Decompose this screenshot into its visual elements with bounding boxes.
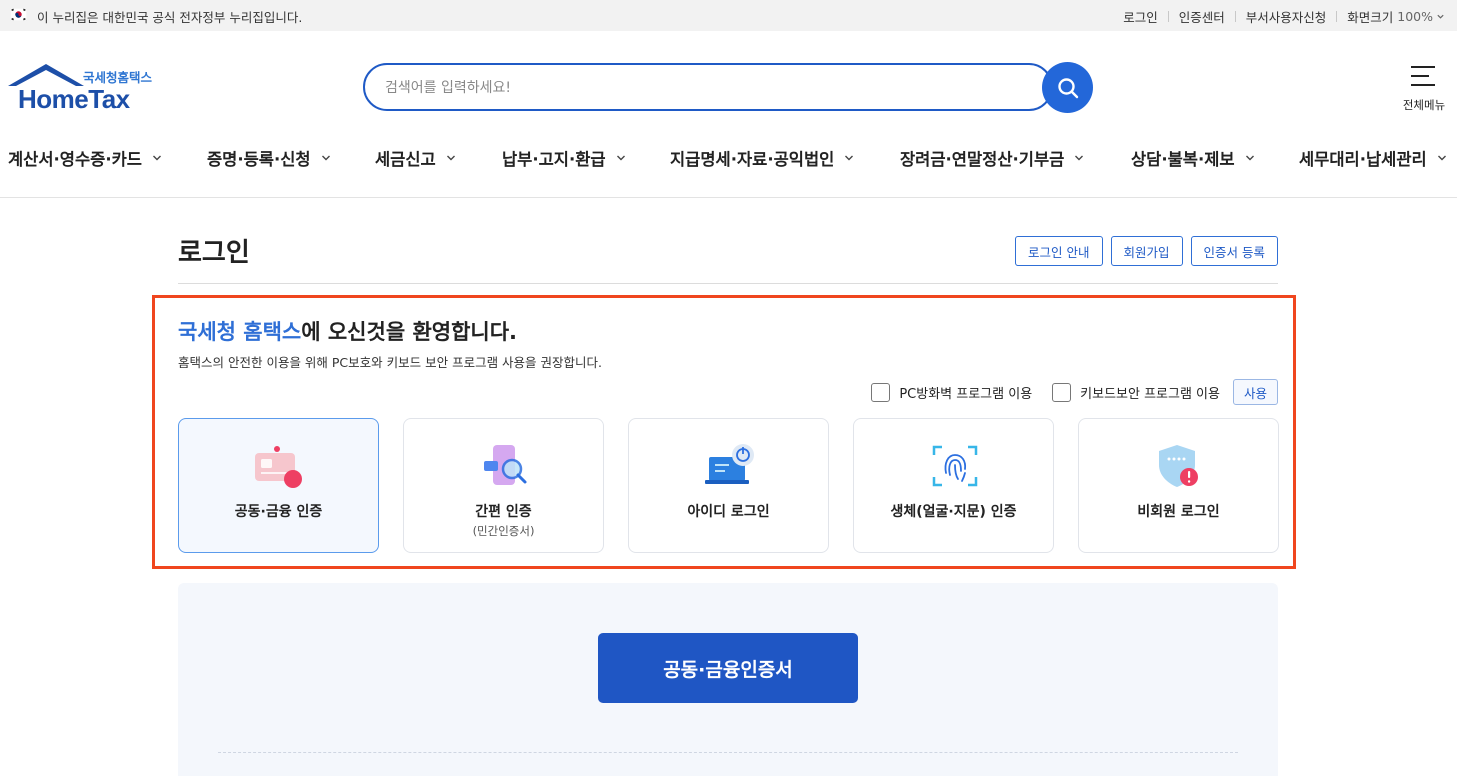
zoom-value[interactable]: 100% [1397,9,1433,24]
divider [1336,11,1338,22]
chevron-down-icon [845,155,854,161]
joint-financial-cert-button[interactable]: 공동·금융인증서 [598,633,858,703]
gnb-label: 증명·등록·신청 [207,150,311,169]
firewall-checkbox[interactable] [871,382,891,402]
laptop-power-icon [705,444,754,484]
util-dept-user-link[interactable]: 부서사용자신청 [1246,7,1327,26]
login-method-subtitle: (민간인증서) [472,524,535,538]
gnb-item-tax-agent[interactable]: 세무대리·납세관리 [1299,146,1447,170]
login-method-joint-cert[interactable]: 공동·금융 인증 [178,418,379,553]
gnb-item-certificate[interactable]: 증명·등록·신청 [207,146,331,170]
gov-banner: 이 누리집은 대한민국 공식 전자정부 누리집입니다. 로그인 인증센터 부서사… [0,0,1457,31]
certificate-login-panel: 공동·금융인증서 [178,583,1278,776]
search-icon [1057,77,1078,98]
gnb-label: 계산서·영수증·카드 [8,150,142,169]
chevron-down-icon [446,155,455,161]
login-method-title: 비회원 로그인 [1137,504,1220,520]
login-method-title: 공동·금융 인증 [234,504,323,520]
gnb-label: 상담·불복·제보 [1131,150,1235,169]
divider [178,283,1278,284]
main-navigation: 계산서·영수증·카드 증명·등록·신청 세금신고 납부·고지·환급 지급명세·자… [0,137,1457,177]
divider [0,197,1457,198]
phone-search-icon [484,445,527,485]
chevron-down-icon [152,155,161,161]
gnb-label: 세무대리·납세관리 [1299,150,1427,169]
all-menu-button[interactable]: 전체메뉴 [1398,64,1450,114]
gnb-label: 납부·고지·환급 [502,150,606,169]
login-method-guest[interactable]: 비회원 로그인 [1078,418,1279,553]
welcome-heading: 국세청 홈택스에 오신것을 환영합니다. [178,316,517,346]
fingerprint-icon [932,445,978,487]
login-method-list: 공동·금융 인증 간편 인증 (민간인증서) 아이디 로그인 생체(얼굴·지문)… [178,418,1279,553]
logo-wordmark: HomeTax [18,84,130,114]
utility-links: 로그인 인증센터 부서사용자신청 화면크기 100% [1123,7,1445,26]
page-title: 로그인 [178,238,250,268]
login-method-simple-auth[interactable]: 간편 인증 (민간인증서) [403,418,604,553]
gnb-item-tax-return[interactable]: 세금신고 [375,146,456,170]
gov-banner-text: 이 누리집은 대한민국 공식 전자정부 누리집입니다. [37,10,303,25]
register-certificate-button[interactable]: 인증서 등록 [1190,236,1278,266]
divider [1234,11,1236,22]
divider [218,752,1238,753]
divider [1167,11,1169,22]
shield-icon [1159,445,1198,487]
chevron-down-icon [1075,155,1084,161]
chevron-down-icon [321,155,330,161]
gnb-label: 장려금·연말정산·기부금 [900,150,1065,169]
login-method-title: 간편 인증 [475,504,532,520]
search-box [363,63,1053,111]
welcome-subtitle: 홈택스의 안전한 이용을 위해 PC보호와 키보드 보안 프로그램 사용을 권장… [178,355,603,370]
hometax-logo[interactable]: 국세청홈택스 HomeTax [8,62,158,114]
korean-flag-icon [10,8,27,21]
all-menu-label: 전체메뉴 [1402,98,1446,112]
welcome-text: 에 오신것을 환영합니다. [301,320,518,344]
keyboard-security-checkbox[interactable] [1052,382,1072,402]
title-actions: 로그인 안내 회원가입 인증서 등록 [1015,236,1278,266]
keyboard-security-label: 키보드보안 프로그램 이용 [1080,386,1220,402]
gnb-item-payment[interactable]: 납부·고지·환급 [502,146,626,170]
gnb-label: 지급명세·자료·공익법인 [670,150,835,169]
security-options: PC방화벽 프로그램 이용 키보드보안 프로그램 이용 사용 [871,379,1278,405]
search-button[interactable] [1042,62,1093,113]
search-input[interactable] [385,77,1025,99]
chevron-down-icon[interactable] [1436,12,1445,21]
firewall-option[interactable]: PC방화벽 프로그램 이용 [871,382,1033,402]
login-method-panel: 국세청 홈택스에 오신것을 환영합니다. 홈택스의 안전한 이용을 위해 PC보… [152,295,1296,569]
gnb-item-statements[interactable]: 지급명세·자료·공익법인 [670,146,854,170]
chevron-down-icon [616,155,625,161]
use-button[interactable]: 사용 [1232,379,1278,405]
login-method-title: 아이디 로그인 [687,504,770,520]
util-login-link[interactable]: 로그인 [1123,7,1158,26]
login-method-id[interactable]: 아이디 로그인 [628,418,829,553]
gnb-item-consulting[interactable]: 상담·불복·제보 [1131,146,1255,170]
signup-button[interactable]: 회원가입 [1110,236,1183,266]
login-method-title: 생체(얼굴·지문) 인증 [890,504,1017,520]
util-cert-center-link[interactable]: 인증센터 [1179,7,1225,26]
keyboard-security-option[interactable]: 키보드보안 프로그램 이용 [1052,382,1220,402]
welcome-brand: 국세청 홈택스 [178,320,302,344]
util-zoom-label[interactable]: 화면크기 [1347,7,1393,26]
chevron-down-icon [1437,155,1446,161]
chevron-down-icon [1245,155,1254,161]
firewall-label: PC방화벽 프로그램 이용 [899,386,1033,402]
hamburger-icon [1411,66,1435,93]
login-guide-button[interactable]: 로그인 안내 [1015,236,1103,266]
gnb-label: 세금신고 [375,150,436,169]
gnb-item-incentives[interactable]: 장려금·연말정산·기부금 [900,146,1084,170]
login-method-biometric[interactable]: 생체(얼굴·지문) 인증 [853,418,1054,553]
gnb-item-invoice[interactable]: 계산서·영수증·카드 [8,146,162,170]
certificate-card-icon [255,446,302,488]
